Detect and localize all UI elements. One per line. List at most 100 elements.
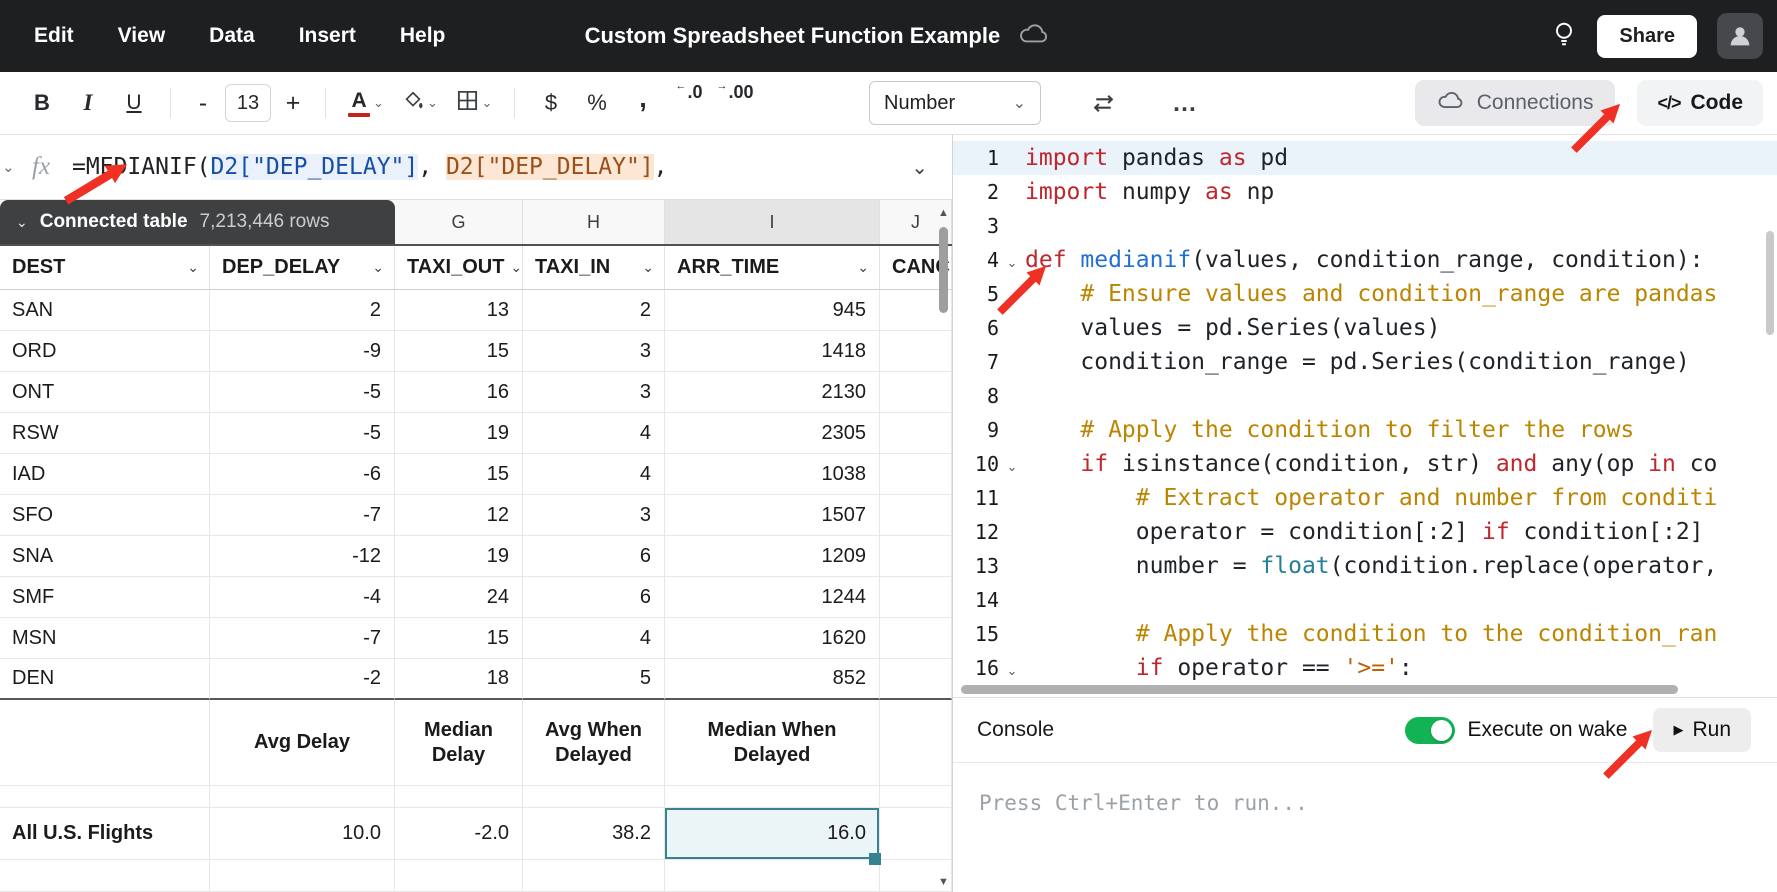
cell[interactable] — [395, 860, 523, 892]
cell[interactable]: 16 — [395, 372, 523, 413]
menu-help[interactable]: Help — [400, 24, 446, 48]
cell[interactable] — [665, 860, 880, 892]
cell[interactable]: -2.0 — [395, 808, 523, 860]
cell[interactable]: 2 — [210, 290, 395, 331]
summary-row-label[interactable]: All U.S. Flights — [0, 808, 210, 860]
run-button[interactable]: ▶ Run — [1653, 708, 1751, 752]
percent-format-button[interactable]: % — [577, 82, 617, 124]
more-options-button[interactable]: … — [1165, 82, 1205, 124]
text-color-button[interactable]: A ⌄ — [342, 82, 390, 124]
cell[interactable]: 1620 — [665, 618, 880, 659]
cell[interactable] — [523, 860, 665, 892]
fold-chevron-icon[interactable]: ⌄ — [999, 454, 1025, 475]
column-letter-G[interactable]: G — [395, 200, 523, 244]
cell[interactable]: ORD — [0, 331, 210, 372]
cell[interactable]: -7 — [210, 618, 395, 659]
cell[interactable]: 15 — [395, 331, 523, 372]
cell[interactable]: 1507 — [665, 495, 880, 536]
underline-button[interactable]: U — [114, 82, 154, 124]
menu-insert[interactable]: Insert — [299, 24, 356, 48]
avatar[interactable] — [1717, 13, 1763, 59]
editor-horizontal-scrollbar[interactable] — [961, 685, 1678, 694]
cell[interactable]: -5 — [210, 372, 395, 413]
share-button[interactable]: Share — [1597, 15, 1697, 58]
code-text[interactable]: import pandas as pd — [1025, 145, 1288, 171]
cell[interactable]: 13 — [395, 290, 523, 331]
menu-data[interactable]: Data — [209, 24, 255, 48]
execute-on-wake-toggle[interactable] — [1405, 717, 1455, 744]
summary-header-cell[interactable]: Avg When Delayed — [523, 700, 665, 786]
fill-color-button[interactable]: ⌄ — [396, 82, 444, 124]
currency-format-button[interactable]: $ — [531, 82, 571, 124]
cell[interactable]: 852 — [665, 659, 880, 700]
cell[interactable] — [0, 786, 210, 808]
code-text[interactable]: if isinstance(condition, str) and any(op… — [1025, 451, 1717, 477]
font-size-increase-button[interactable]: + — [277, 82, 309, 124]
cell[interactable]: 15 — [395, 618, 523, 659]
selected-cell[interactable]: 16.0 — [665, 808, 880, 860]
cell[interactable]: 38.2 — [523, 808, 665, 860]
code-text[interactable]: operator = condition[:2] if condition[:2… — [1025, 519, 1704, 545]
cell[interactable]: 10.0 — [210, 808, 395, 860]
cell[interactable]: -6 — [210, 454, 395, 495]
chevron-down-icon[interactable]: ⌄ — [642, 259, 654, 276]
cell[interactable] — [210, 786, 395, 808]
cell[interactable]: 6 — [523, 536, 665, 577]
column-header-dest[interactable]: DEST⌄ — [0, 246, 210, 290]
code-text[interactable]: # Extract operator and number from condi… — [1025, 485, 1717, 511]
chevron-down-icon[interactable]: ⌄ — [911, 155, 928, 180]
scrollbar-thumb[interactable] — [939, 227, 948, 313]
cell[interactable]: 12 — [395, 495, 523, 536]
connections-button[interactable]: Connections — [1415, 80, 1616, 126]
borders-button[interactable]: ⌄ — [450, 82, 498, 124]
code-editor[interactable]: 1import pandas as pd2import numpy as np3… — [953, 135, 1777, 697]
column-letter-I[interactable]: I — [665, 200, 880, 244]
cell[interactable]: 5 — [523, 659, 665, 700]
summary-header-cell[interactable]: Avg Delay — [210, 700, 395, 786]
chevron-down-icon[interactable]: ⌄ — [372, 259, 384, 276]
cell[interactable]: 19 — [395, 413, 523, 454]
increase-decimal-button[interactable]: → .00 — [715, 82, 755, 124]
fold-chevron-icon[interactable]: ⌄ — [999, 658, 1025, 679]
cell[interactable]: 1209 — [665, 536, 880, 577]
scroll-down-icon[interactable]: ▼ — [938, 877, 949, 888]
cell[interactable]: DEN — [0, 659, 210, 700]
cell[interactable]: 945 — [665, 290, 880, 331]
cell[interactable]: 4 — [523, 413, 665, 454]
column-header-taxi_out[interactable]: TAXI_OUT⌄ — [395, 246, 523, 290]
code-text[interactable]: # Apply the condition to filter the rows — [1025, 417, 1634, 443]
summary-header-cell[interactable]: Median When Delayed — [665, 700, 880, 786]
cell[interactable]: 19 — [395, 536, 523, 577]
cell[interactable]: SNA — [0, 536, 210, 577]
editor-vertical-scrollbar[interactable] — [1766, 231, 1774, 335]
cell[interactable] — [395, 786, 523, 808]
summary-header-cell[interactable]: Median Delay — [395, 700, 523, 786]
console-input[interactable]: Press Ctrl+Enter to run... — [953, 762, 1777, 892]
chevron-down-icon[interactable]: ⌄ — [857, 259, 869, 276]
formula-input[interactable]: =MEDIANIF(D2["DEP_DELAY"], D2["DEP_DELAY… — [72, 154, 899, 180]
fill-handle[interactable] — [869, 853, 881, 865]
summary-header-cell[interactable] — [0, 700, 210, 786]
column-header-arr_time[interactable]: ARR_TIME⌄ — [665, 246, 880, 290]
chevron-down-icon[interactable]: ⌄ — [510, 259, 522, 276]
cell[interactable] — [210, 860, 395, 892]
cell[interactable]: 2305 — [665, 413, 880, 454]
cell[interactable]: SFO — [0, 495, 210, 536]
cell[interactable]: 6 — [523, 577, 665, 618]
cell[interactable] — [665, 786, 880, 808]
code-text[interactable]: # Apply the condition to the condition_r… — [1025, 621, 1717, 647]
cell[interactable]: IAD — [0, 454, 210, 495]
menu-edit[interactable]: Edit — [34, 24, 74, 48]
code-text[interactable]: if operator == '>=': — [1025, 655, 1413, 681]
cell[interactable]: 4 — [523, 618, 665, 659]
cell[interactable]: MSN — [0, 618, 210, 659]
cell[interactable]: -5 — [210, 413, 395, 454]
scroll-up-icon[interactable]: ▲ — [938, 208, 949, 219]
convert-format-icon[interactable] — [1083, 82, 1123, 124]
cell[interactable]: 3 — [523, 331, 665, 372]
code-text[interactable]: import numpy as np — [1025, 179, 1274, 205]
column-letter-H[interactable]: H — [523, 200, 665, 244]
cell[interactable]: 15 — [395, 454, 523, 495]
code-button[interactable]: </> Code — [1637, 80, 1763, 126]
column-header-dep_delay[interactable]: DEP_DELAY⌄ — [210, 246, 395, 290]
